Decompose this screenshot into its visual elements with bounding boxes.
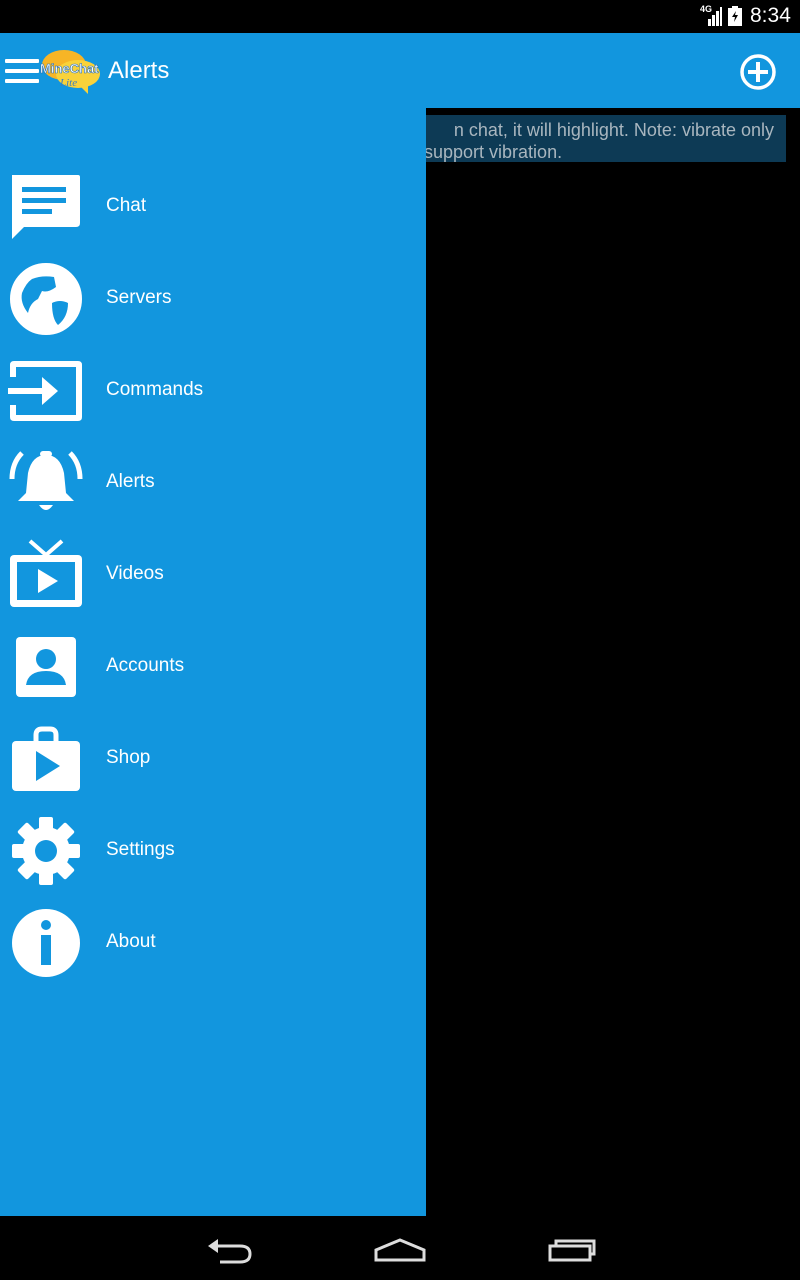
menu-item-label: Settings: [106, 839, 175, 860]
menu-item-about[interactable]: About: [0, 897, 426, 989]
page-title: Alerts: [108, 57, 170, 84]
menu-item-label: Accounts: [106, 655, 185, 676]
chat-icon: [12, 175, 80, 239]
menu-item-alerts[interactable]: Alerts: [0, 437, 426, 529]
tv-play-icon: [10, 539, 82, 607]
menu-toggle-button[interactable]: [5, 59, 39, 83]
svg-text:Lite: Lite: [59, 77, 77, 89]
menu-item-chat[interactable]: Chat: [0, 161, 426, 253]
globe-icon: [10, 263, 82, 335]
action-bar: MineChat Lite Alerts: [0, 33, 800, 108]
info-icon: [12, 909, 80, 977]
recents-button[interactable]: [540, 1232, 600, 1266]
menu-item-accounts[interactable]: Accounts: [0, 621, 426, 713]
shop-icon: [12, 726, 80, 791]
home-icon: [374, 1238, 426, 1262]
menu-item-label: Alerts: [106, 471, 155, 492]
menu-item-servers[interactable]: Servers: [0, 253, 426, 345]
menu-item-label: Videos: [106, 563, 164, 584]
menu-item-commands[interactable]: Commands: [0, 345, 426, 437]
gear-icon: [12, 817, 80, 885]
menu-item-label: Chat: [106, 195, 147, 216]
menu-item-label: Servers: [106, 287, 172, 308]
back-arrow-icon: [208, 1239, 252, 1264]
add-circle-icon: [740, 54, 776, 90]
signal-icon: 4G: [700, 4, 722, 27]
clock: 8:34: [750, 4, 791, 27]
menu-item-videos[interactable]: Videos: [0, 529, 426, 621]
status-bar: 4G 8:34: [0, 0, 800, 33]
menu-item-label: About: [106, 931, 156, 952]
menu-item-settings[interactable]: Settings: [0, 805, 426, 897]
menu-item-label: Shop: [106, 747, 151, 768]
menu-item-shop[interactable]: Shop: [0, 713, 426, 805]
bell-icon: [9, 451, 83, 510]
navigation-drawer: Chat Servers Commands Alerts Videos Acco…: [0, 108, 426, 1216]
back-button[interactable]: [200, 1232, 260, 1266]
menu-item-label: Commands: [106, 379, 204, 400]
add-button[interactable]: [738, 52, 778, 92]
recents-icon: [548, 1239, 596, 1262]
account-icon: [16, 637, 76, 697]
home-button[interactable]: [370, 1232, 430, 1266]
input-icon: [8, 361, 82, 421]
app-logo[interactable]: MineChat Lite: [38, 48, 104, 94]
battery-icon: [728, 6, 742, 26]
svg-text:MineChat: MineChat: [40, 61, 99, 76]
system-nav-bar: [0, 1216, 800, 1280]
